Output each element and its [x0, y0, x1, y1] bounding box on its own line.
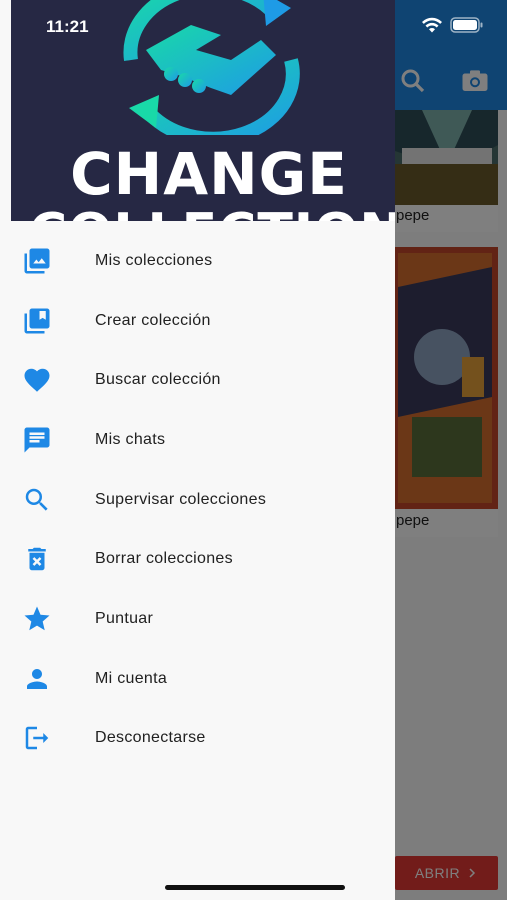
- logo-title-line2: COLLECTIONS: [29, 203, 395, 221]
- navigation-drawer: CHANGE COLLECTIONS Mis colecciones Crear…: [0, 0, 395, 900]
- menu-item-label: Mis colecciones: [95, 251, 213, 269]
- logout-icon: [25, 727, 49, 750]
- battery-icon: [450, 17, 483, 33]
- menu-item-mi-cuenta[interactable]: Mi cuenta: [0, 649, 395, 709]
- menu-item-label: Desconectarse: [95, 729, 206, 747]
- menu-item-label: Borrar colecciones: [95, 550, 233, 568]
- photo-library-icon: [24, 248, 50, 274]
- chat-icon: [24, 427, 50, 453]
- menu-item-label: Puntuar: [95, 609, 154, 627]
- star-icon: [24, 606, 50, 631]
- heart-icon: [24, 368, 50, 392]
- status-bar-icons: [420, 16, 484, 34]
- menu-item-crear-coleccion[interactable]: Crear colección: [0, 291, 395, 351]
- home-indicator[interactable]: [165, 885, 345, 890]
- library-add-icon: [24, 308, 50, 334]
- handshake-logo-icon: [123, 0, 300, 135]
- menu-item-puntuar[interactable]: Puntuar: [0, 589, 395, 649]
- logo-title-line1: CHANGE: [70, 140, 348, 208]
- menu-item-label: Buscar colección: [95, 371, 221, 389]
- menu-item-mis-colecciones[interactable]: Mis colecciones: [0, 231, 395, 291]
- menu-item-label: Mis chats: [95, 430, 166, 448]
- wifi-icon: [422, 17, 442, 33]
- menu-item-supervisar-colecciones[interactable]: Supervisar colecciones: [0, 470, 395, 530]
- search-icon: [25, 488, 48, 511]
- menu-item-desconectarse[interactable]: Desconectarse: [0, 709, 395, 769]
- menu-item-label: Crear colección: [95, 311, 211, 329]
- menu-item-buscar-coleccion[interactable]: Buscar colección: [0, 350, 395, 410]
- menu-item-label: Supervisar colecciones: [95, 490, 267, 508]
- menu-item-label: Mi cuenta: [95, 669, 168, 687]
- delete-icon: [28, 548, 46, 571]
- menu-item-mis-chats[interactable]: Mis chats: [0, 410, 395, 470]
- person-icon: [27, 668, 47, 689]
- menu-item-borrar-colecciones[interactable]: Borrar colecciones: [0, 529, 395, 589]
- status-bar-time: 11:21: [46, 17, 89, 36]
- drawer-menu: Mis colecciones Crear colección Buscar c…: [0, 231, 395, 768]
